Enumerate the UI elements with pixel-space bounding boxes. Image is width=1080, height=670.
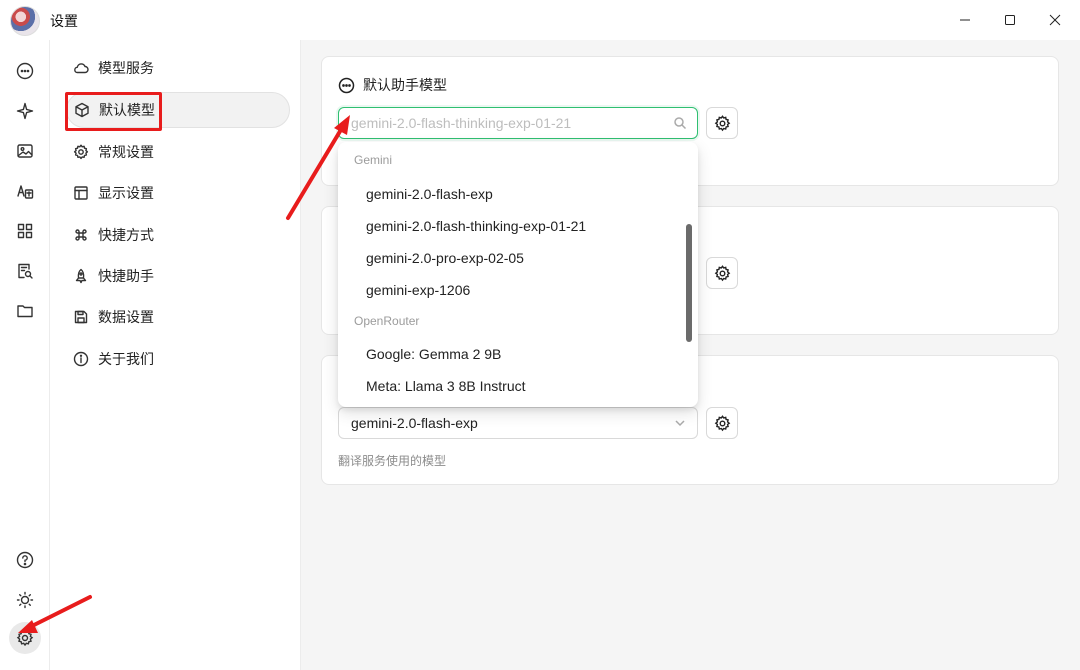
dropdown-option[interactable]: gemini-2.0-flash-exp	[366, 186, 493, 202]
nav-item-label: 显示设置	[98, 185, 154, 201]
layout-icon	[72, 184, 90, 202]
command-icon	[72, 226, 90, 244]
rocket-icon	[72, 267, 90, 285]
window-title: 设置	[50, 13, 78, 29]
doc-search-icon[interactable]	[13, 259, 37, 283]
translate-model-settings-button[interactable]	[706, 407, 738, 439]
maximize-icon	[1005, 15, 1015, 25]
dropdown-option[interactable]: gemini-2.0-flash-thinking-exp-01-21	[366, 218, 586, 234]
close-icon	[1049, 14, 1061, 26]
search-icon	[673, 116, 687, 130]
nav-item-label: 模型服务	[98, 60, 154, 76]
topic-model-settings-button[interactable]	[706, 257, 738, 289]
help-icon[interactable]	[13, 548, 37, 572]
gear-icon	[16, 629, 34, 647]
nav-item-label: 数据设置	[98, 309, 154, 325]
minimize-button[interactable]	[942, 6, 988, 34]
model-dropdown: Gemini gemini-2.0-flash-exp gemini-2.0-f…	[338, 142, 698, 407]
nav-item-about[interactable]: 关于我们	[66, 341, 290, 377]
dropdown-option[interactable]: gemini-exp-1206	[366, 282, 470, 298]
image-icon[interactable]	[13, 139, 37, 163]
sparkle-icon[interactable]	[13, 99, 37, 123]
translate-model-select[interactable]: gemini-2.0-flash-exp	[338, 407, 698, 439]
cloud-icon	[72, 59, 90, 77]
settings-button[interactable]	[9, 622, 41, 654]
nav-item-label: 关于我们	[98, 351, 154, 367]
nav-item-quick-assistant[interactable]: 快捷助手	[66, 258, 290, 294]
gear-icon	[714, 114, 730, 131]
nav-item-data-settings[interactable]: 数据设置	[66, 299, 290, 335]
folder-icon[interactable]	[13, 299, 37, 323]
nav-item-label: 快捷助手	[98, 268, 154, 284]
maximize-button[interactable]	[987, 6, 1033, 34]
card-title-text: 默认助手模型	[363, 77, 447, 93]
title-bar: 设置	[0, 0, 1080, 40]
translate-model-hint: 翻译服务使用的模型	[338, 454, 447, 468]
translate-model-value: gemini-2.0-flash-exp	[351, 415, 478, 431]
save-icon	[72, 308, 90, 326]
dropdown-group-label: OpenRouter	[354, 314, 420, 328]
annotation-highlight-box	[65, 92, 162, 131]
dropdown-option[interactable]: gemini-2.0-pro-exp-02-05	[366, 250, 524, 266]
nav-item-model-service[interactable]: 模型服务	[66, 50, 290, 86]
gear-icon	[72, 143, 90, 161]
dropdown-scrollbar[interactable]	[686, 224, 692, 342]
info-icon	[72, 350, 90, 368]
card-title: 默认助手模型	[338, 75, 447, 95]
translate-icon[interactable]	[13, 179, 37, 203]
assistant-model-settings-button[interactable]	[706, 107, 738, 139]
dropdown-group-label: Gemini	[354, 153, 393, 167]
chat-icon[interactable]	[13, 59, 37, 83]
apps-icon[interactable]	[13, 219, 37, 243]
close-button[interactable]	[1032, 6, 1078, 34]
nav-item-label: 常规设置	[98, 144, 154, 160]
assistant-model-search-placeholder: gemini-2.0-flash-thinking-exp-01-21	[351, 115, 572, 131]
gear-icon	[714, 264, 730, 281]
assistant-model-select[interactable]: gemini-2.0-flash-thinking-exp-01-21	[338, 107, 698, 139]
minimize-icon	[960, 19, 970, 21]
dropdown-option[interactable]: Google: Gemma 2 9B	[366, 346, 501, 362]
chevron-down-icon	[673, 416, 687, 430]
settings-nav: 模型服务 默认模型 常规设置 显示设置 快捷方式 快捷助手 数据设置 关于我们	[51, 40, 301, 670]
nav-item-display-settings[interactable]: 显示设置	[66, 175, 290, 211]
nav-item-label: 快捷方式	[98, 227, 154, 243]
nav-item-shortcuts[interactable]: 快捷方式	[66, 217, 290, 253]
nav-item-general-settings[interactable]: 常规设置	[66, 134, 290, 170]
app-logo	[10, 6, 40, 36]
sun-icon[interactable]	[13, 588, 37, 612]
chat-icon	[338, 77, 355, 93]
gear-icon	[714, 414, 730, 431]
left-rail	[0, 40, 50, 670]
dropdown-option[interactable]: Meta: Llama 3 8B Instruct	[366, 378, 526, 394]
